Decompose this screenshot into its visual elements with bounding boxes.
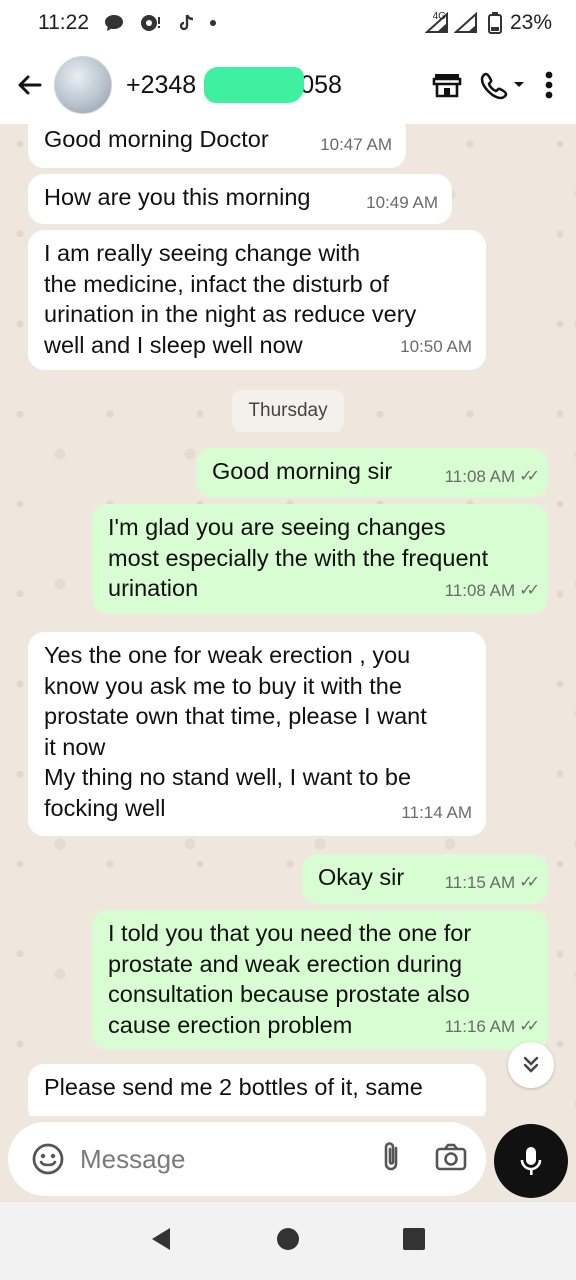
paperclip-icon (384, 1141, 398, 1170)
call-button[interactable] (480, 63, 526, 107)
battery-level: 23% (509, 11, 552, 34)
message-time: 11:08 AM (444, 580, 516, 600)
more-options-button[interactable] (544, 63, 554, 107)
mic-icon (520, 1147, 542, 1175)
network-type: 4G (432, 10, 446, 22)
system-navigation-bar (0, 1202, 576, 1280)
message-text: Yes the one for weak erection , you know… (44, 642, 427, 821)
message-bubble-incoming[interactable]: Please send me 2 bottles of it, same (28, 1064, 486, 1116)
message-time: 11:08 AM (444, 466, 516, 486)
status-time: 11:22 (38, 11, 89, 34)
chat-notification-icon (103, 13, 125, 33)
message-time: 10:49 AM (366, 192, 438, 212)
more-vertical-icon (545, 71, 553, 99)
phone-icon (480, 72, 524, 100)
double-check-icon: ✓✓ (519, 873, 540, 891)
message-bubble-incoming[interactable]: How are you this morning 10:49 AM (28, 174, 452, 224)
battery-icon (487, 12, 502, 34)
message-time: 10:47 AM (320, 134, 392, 154)
triangle-back-icon (152, 1227, 170, 1250)
back-button[interactable] (6, 61, 54, 109)
square-recents-icon (403, 1227, 425, 1250)
voice-record-button[interactable] (494, 1124, 568, 1198)
message-notification-icon (139, 13, 163, 33)
store-icon (432, 74, 462, 98)
status-bar: 11:22 4G 23% (0, 0, 576, 46)
message-time: 10:50 AM (400, 336, 472, 356)
camera-button[interactable] (434, 1142, 468, 1177)
emoji-icon (32, 1143, 64, 1175)
scroll-to-bottom-button[interactable] (508, 1042, 554, 1088)
double-check-icon: ✓✓ (519, 1017, 540, 1035)
signal-icon-2 (453, 12, 480, 34)
double-chevron-down-icon (523, 1056, 539, 1073)
message-bubble-incoming[interactable]: I am really seeing change with the medic… (28, 230, 486, 370)
message-input[interactable]: Message (80, 1144, 186, 1175)
message-bubble-outgoing[interactable]: Good morning sir 11:08 AM ✓✓ (196, 448, 548, 498)
contact-name-suffix: 058 (300, 70, 342, 99)
chat-header: +2348 058 (0, 46, 576, 124)
nav-recents-button[interactable] (402, 1227, 426, 1256)
nav-back-button[interactable] (150, 1226, 174, 1257)
emoji-button[interactable] (24, 1135, 72, 1183)
message-input-box[interactable]: Message (8, 1122, 486, 1196)
avatar[interactable] (54, 56, 112, 114)
shop-button[interactable] (432, 63, 462, 107)
camera-icon (435, 1143, 467, 1170)
message-bubble-outgoing[interactable]: I'm glad you are seeing changes most esp… (92, 504, 548, 614)
attach-button[interactable] (380, 1140, 402, 1179)
dot-indicator-icon (209, 19, 217, 27)
arrow-left-icon (18, 75, 42, 95)
message-bubble-incoming[interactable]: Yes the one for weak erection , you know… (28, 632, 486, 836)
double-check-icon: ✓✓ (519, 581, 540, 599)
redaction-mark (204, 66, 304, 103)
contact-name[interactable]: +2348 058 (126, 66, 342, 103)
message-time: 11:16 AM (444, 1016, 516, 1036)
chat-area[interactable]: Good morning Doctor 10:47 AM How are you… (0, 124, 576, 1116)
nav-home-button[interactable] (276, 1227, 300, 1256)
day-separator: Thursday (232, 390, 344, 432)
message-bubble-outgoing[interactable]: I told you that you need the one for pro… (92, 910, 548, 1050)
input-bar: Message (0, 1116, 576, 1202)
message-text: Please send me 2 bottles of it, same (44, 1074, 423, 1100)
contact-name-prefix: +2348 (126, 70, 197, 99)
double-check-icon: ✓✓ (519, 467, 540, 485)
message-time: 11:15 AM (444, 872, 516, 892)
message-bubble-incoming[interactable]: Good morning Doctor 10:47 AM (28, 124, 406, 168)
circle-home-icon (277, 1227, 299, 1250)
message-bubble-outgoing[interactable]: Okay sir 11:15 AM ✓✓ (302, 854, 548, 904)
tiktok-icon (177, 13, 195, 33)
message-time: 11:14 AM (401, 802, 472, 822)
